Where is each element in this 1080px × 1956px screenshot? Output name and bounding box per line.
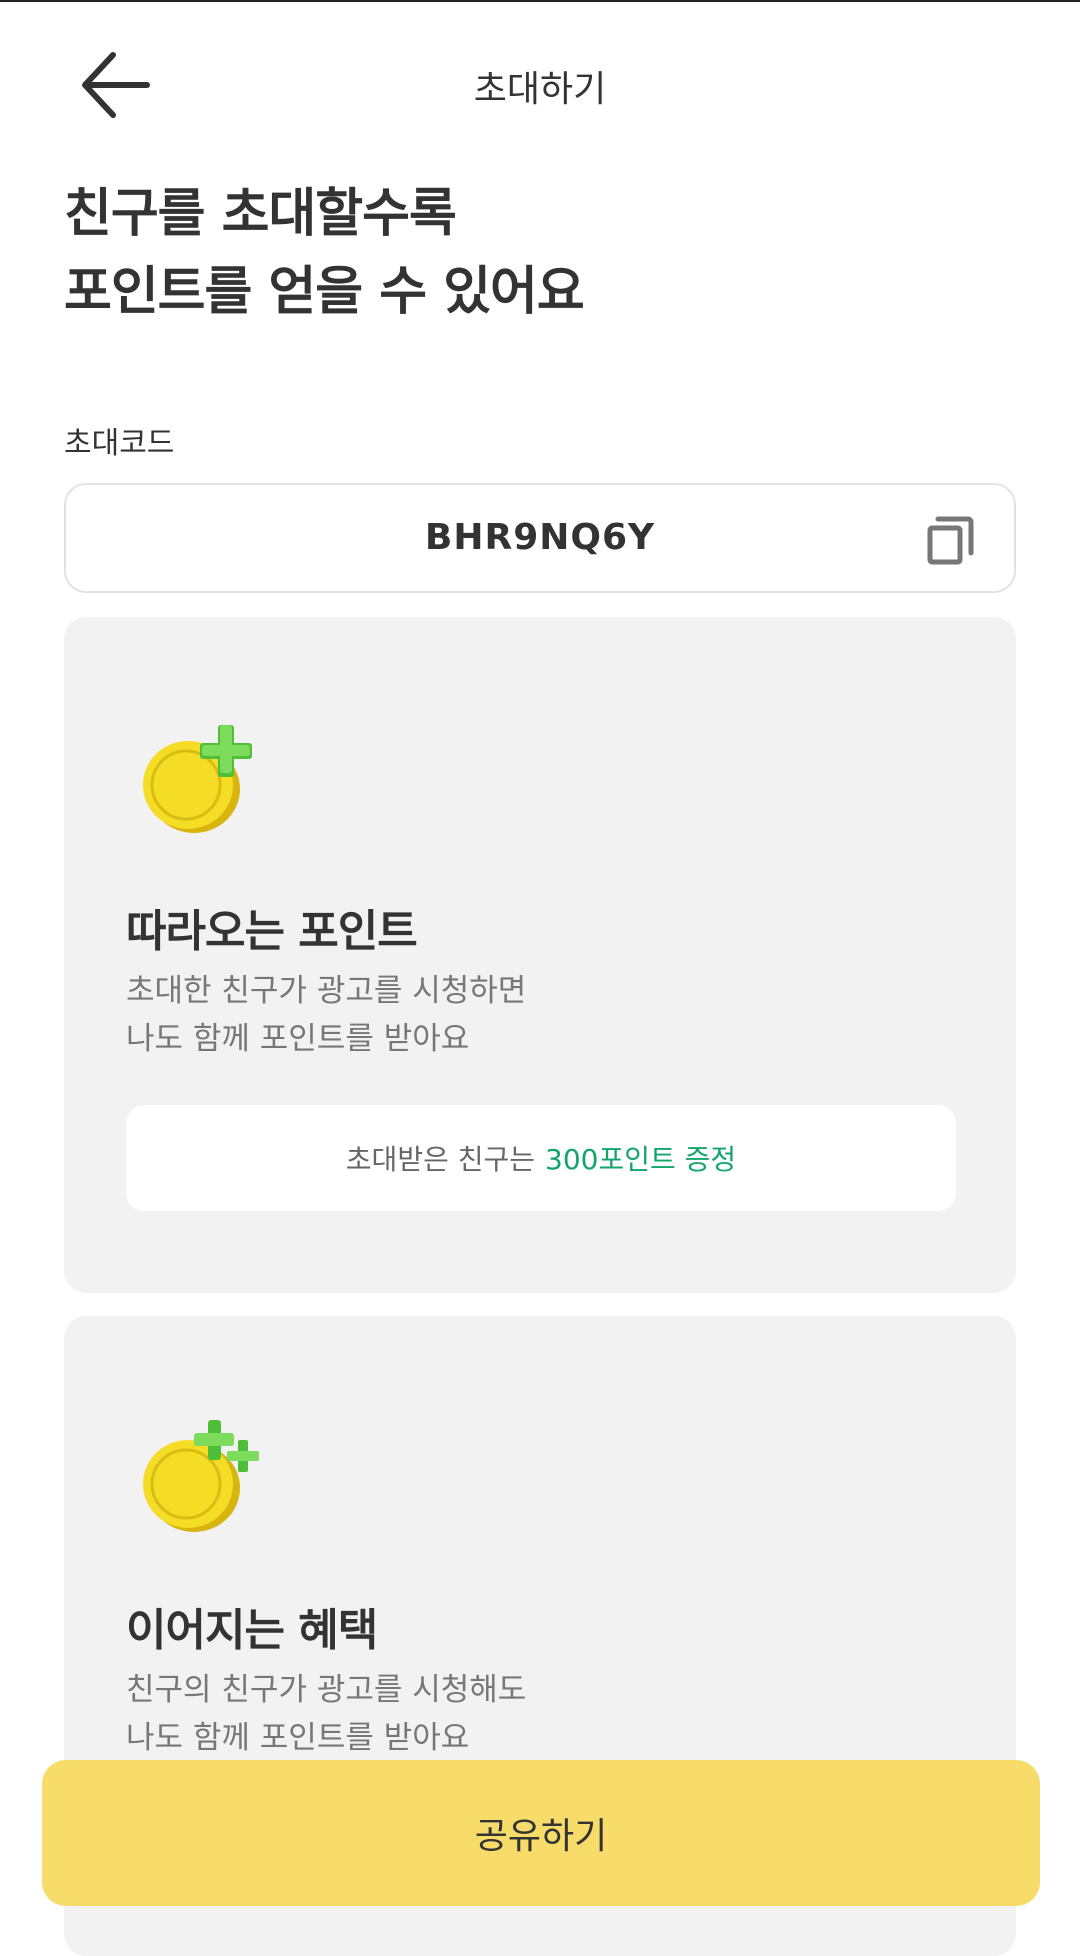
invite-code-value: BHR9NQ6Y — [424, 517, 656, 558]
invite-code-label: 초대코드 — [64, 426, 175, 461]
coin-double-plus-icon — [143, 1420, 259, 1532]
reward-prefix: 초대받은 친구는 — [345, 1143, 536, 1176]
card-title: 이어지는 혜택 — [126, 1605, 378, 1656]
card-description-line-2: 나도 함께 포인트를 받아요 — [126, 1720, 470, 1756]
copy-button[interactable] — [924, 513, 978, 567]
share-button[interactable]: 공유하기 — [42, 1760, 1040, 1906]
card-description: 친구의 친구가 광고를 시청해도 나도 함께 포인트를 받아요 — [126, 1666, 526, 1762]
headline-line-2: 포인트를 얻을 수 있어요 — [64, 262, 585, 322]
reward-highlight: 300포인트 증정 — [545, 1143, 737, 1176]
card-description-line-1: 초대한 친구가 광고를 시청하면 — [126, 973, 527, 1009]
invite-code-field: BHR9NQ6Y — [64, 483, 1016, 593]
headline-line-1: 친구를 초대할수록 — [64, 184, 457, 244]
headline: 친구를 초대할수록 포인트를 얻을 수 있어요 — [64, 175, 585, 331]
reward-info-box: 초대받은 친구는 300포인트 증정 — [126, 1105, 956, 1211]
coin-plus-icon — [143, 725, 252, 833]
card-description: 초대한 친구가 광고를 시청하면 나도 함께 포인트를 받아요 — [126, 967, 526, 1063]
card-description-line-1: 친구의 친구가 광고를 시청해도 — [126, 1672, 527, 1708]
card-title: 따라오는 포인트 — [126, 906, 418, 957]
app-header: 초대하기 — [0, 0, 1080, 170]
card-description-line-2: 나도 함께 포인트를 받아요 — [126, 1021, 470, 1057]
following-points-card: 따라오는 포인트 초대한 친구가 광고를 시청하면 나도 함께 포인트를 받아요… — [64, 617, 1016, 1293]
page-title: 초대하기 — [473, 69, 607, 110]
copy-icon — [927, 516, 974, 565]
